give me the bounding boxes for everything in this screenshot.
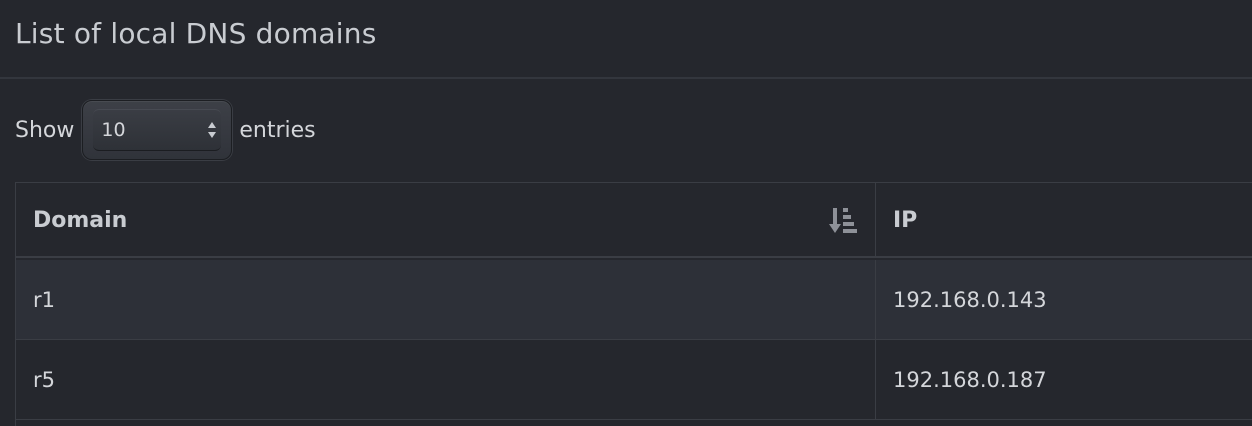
entries-length-control: Show 10 entries: [15, 100, 316, 160]
dns-domains-panel: List of local DNS domains Show 10 entrie…: [0, 0, 1252, 426]
select-updown-icon: [208, 122, 217, 138]
sort-amount-down-icon[interactable]: [829, 207, 859, 235]
column-header-ip-label: IP: [893, 208, 918, 233]
table-row: r1 192.168.0.143: [16, 260, 1252, 340]
entries-per-page-select[interactable]: 10: [82, 100, 233, 160]
panel-title: List of local DNS domains: [15, 17, 377, 50]
column-header-domain[interactable]: Domain: [16, 183, 876, 258]
column-header-ip[interactable]: IP: [877, 183, 1252, 258]
cell-ip: 192.168.0.143: [893, 288, 1047, 312]
cell-ip: 192.168.0.187: [893, 368, 1047, 392]
entries-label: entries: [239, 117, 316, 143]
panel-header: List of local DNS domains: [0, 0, 1252, 79]
column-header-domain-label: Domain: [33, 208, 128, 233]
cell-domain: r1: [16, 260, 876, 340]
show-label: Show: [15, 117, 75, 143]
table-row: r5 192.168.0.187: [16, 340, 1252, 420]
cell-domain: r5: [16, 340, 876, 420]
table-header: Domain IP: [16, 183, 1252, 258]
entries-per-page-value: 10: [101, 119, 126, 141]
dns-table: Domain IP r1 192.168.0.143 r5 192.168.0.…: [15, 182, 1252, 426]
